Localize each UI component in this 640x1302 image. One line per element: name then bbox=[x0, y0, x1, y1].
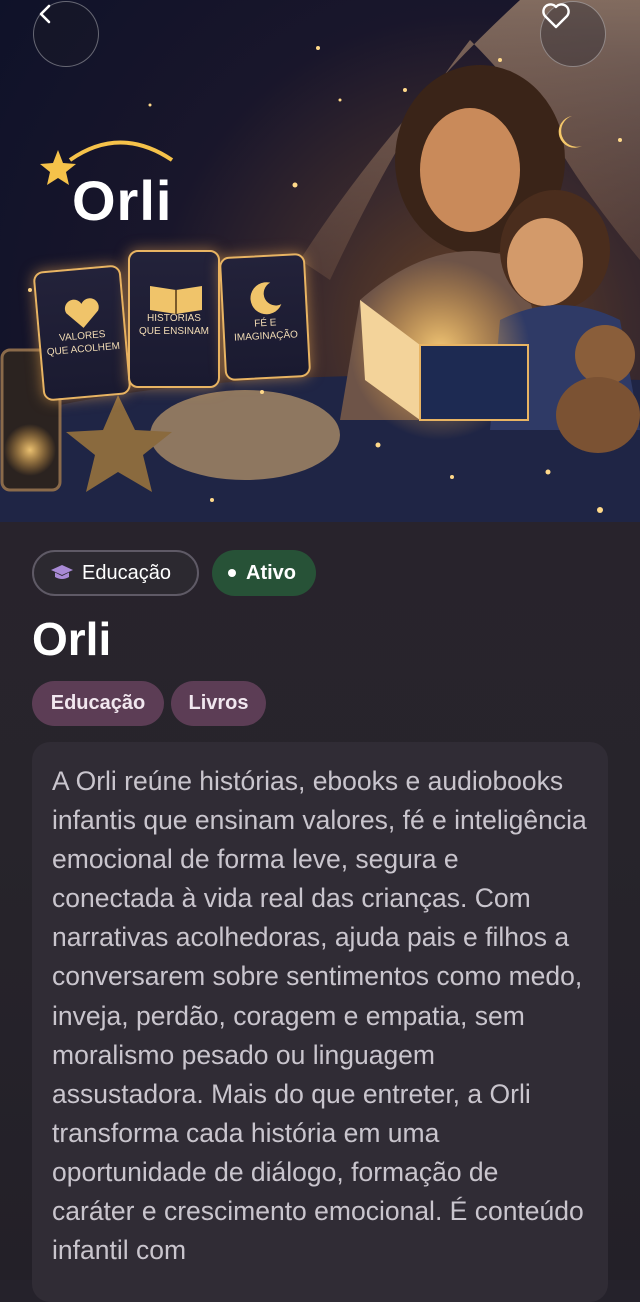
book-cover bbox=[419, 344, 529, 421]
description-card: A Orli reúne histórias, ebooks e audiobo… bbox=[32, 742, 608, 1302]
hero-card-stories: HISTÓRIAS QUE ENSINAM bbox=[128, 250, 220, 388]
logo-star-icon bbox=[40, 150, 76, 185]
crescent-moon-icon bbox=[250, 282, 282, 315]
lantern-flame bbox=[4, 424, 56, 476]
mother-face bbox=[420, 108, 520, 232]
teddy-head bbox=[575, 325, 635, 385]
heart-icon bbox=[64, 298, 99, 328]
status-dot bbox=[228, 569, 236, 577]
status-badge: Ativo bbox=[212, 550, 316, 596]
pillow bbox=[150, 390, 340, 480]
tag-chip[interactable]: Livros bbox=[171, 681, 266, 726]
category-badge: Educação bbox=[32, 550, 199, 596]
favorite-button[interactable] bbox=[540, 1, 606, 67]
back-button[interactable] bbox=[33, 1, 99, 67]
child-face bbox=[507, 218, 583, 306]
category-badge-label: Educação bbox=[82, 561, 171, 584]
teddy-body bbox=[556, 377, 640, 453]
status-badge-label: Ativo bbox=[246, 561, 296, 584]
heart-outline-icon bbox=[542, 3, 570, 29]
logo-arc bbox=[68, 140, 174, 162]
card-line: QUE ENSINAM bbox=[138, 326, 209, 337]
description-text: A Orli reúne histórias, ebooks e audiobo… bbox=[52, 766, 587, 1266]
open-book-icon bbox=[150, 286, 202, 314]
hero-image: Orli VALORES QUE ACOLHEM HISTÓRIAS QUE E… bbox=[0, 0, 640, 522]
tag-chip[interactable]: Educação bbox=[32, 681, 164, 726]
hero-illustration bbox=[0, 0, 640, 522]
graduation-cap-icon bbox=[51, 565, 73, 579]
chevron-left-icon bbox=[39, 4, 51, 24]
hero-card-values: VALORES QUE ACOLHEM bbox=[32, 264, 132, 402]
hero-logo-text: Orli bbox=[72, 169, 173, 232]
detail-content: Educação Ativo Orli Educação Livros A Or… bbox=[0, 522, 640, 1302]
page-title: Orli bbox=[32, 613, 112, 665]
hero-card-faith: FÉ E IMAGINAÇÃO bbox=[218, 252, 312, 382]
